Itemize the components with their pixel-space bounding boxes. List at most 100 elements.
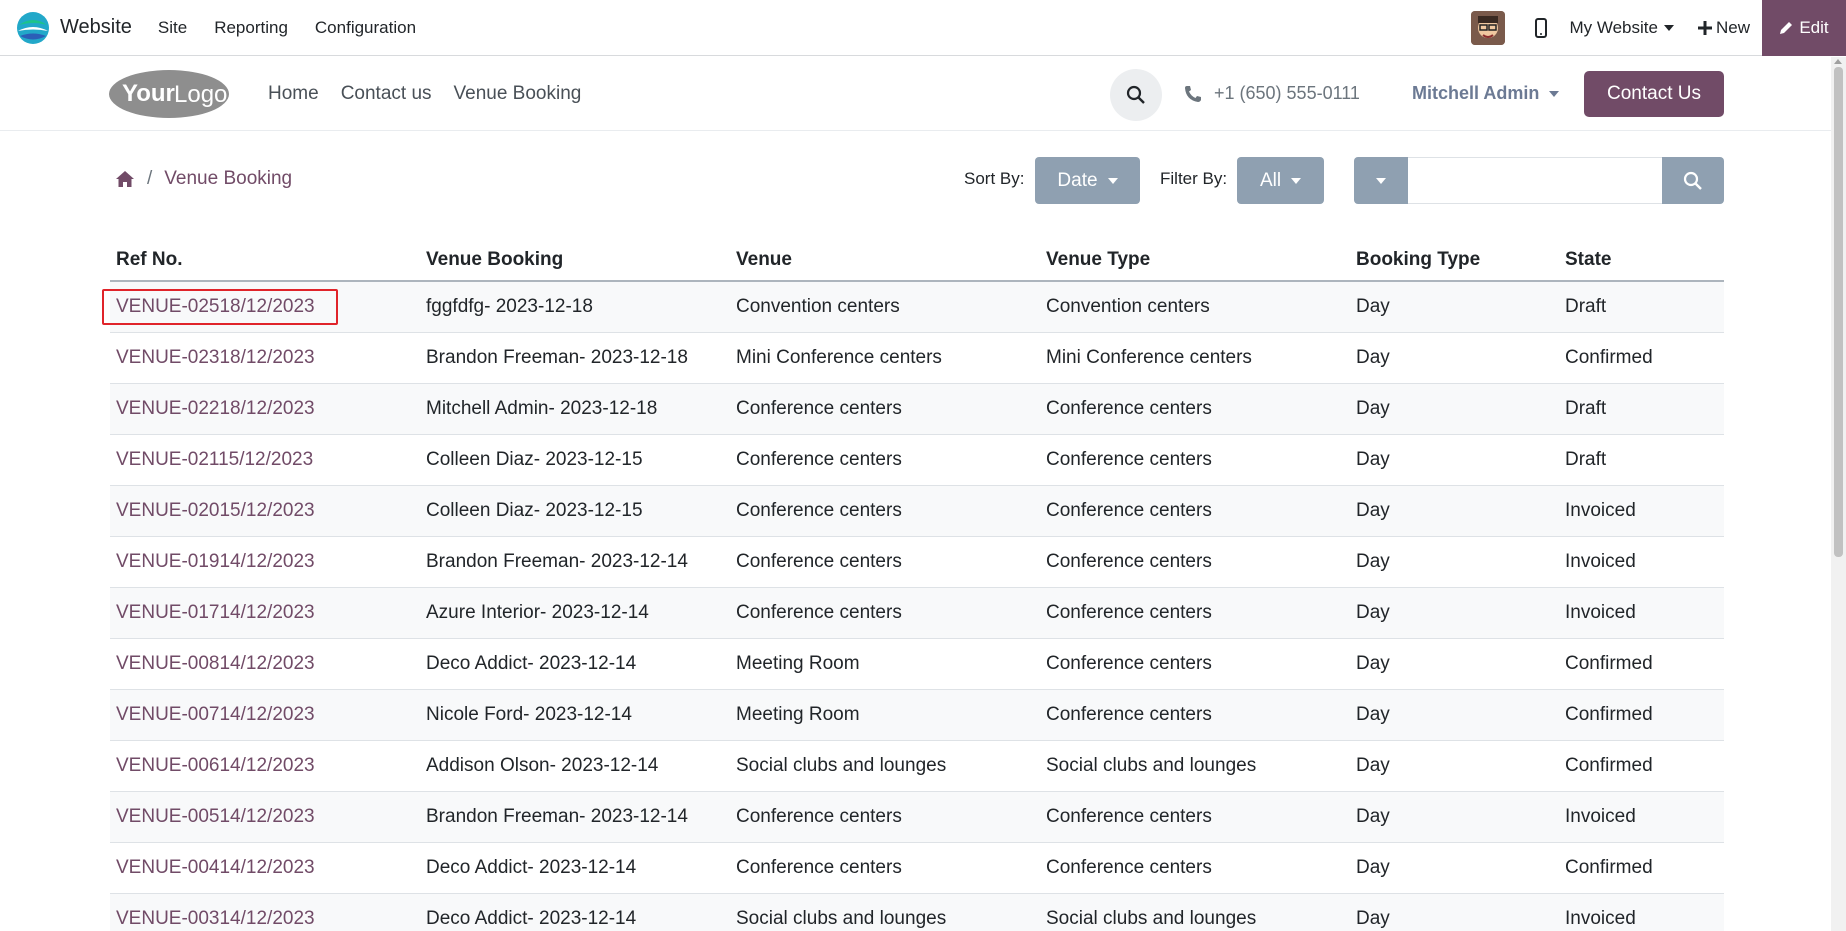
cell-venue-booking: Nicole Ford- 2023-12-14 [420,689,730,741]
cell-ref-no: VENUE-02115/12/2023 [110,434,420,486]
cell-venue-booking: Colleen Diaz- 2023-12-15 [420,485,730,537]
booking-ref-link[interactable]: VENUE-02518/12/2023 [116,296,315,317]
table-row[interactable]: VENUE-00514/12/2023 Brandon Freeman- 2023… [110,791,1724,843]
column-header-state: State [1559,240,1724,282]
search-icon [1683,171,1702,190]
cell-booking-type: Day [1350,434,1559,486]
cell-booking-type: Day [1350,383,1559,435]
nav-contact-us[interactable]: Contact us [341,83,432,105]
cell-state: Draft [1559,383,1724,435]
phone-icon [1185,85,1201,102]
filter-value: All [1259,169,1282,191]
avatar-icon[interactable] [1471,11,1506,45]
search-input[interactable] [1408,157,1662,204]
booking-ref-link[interactable]: VENUE-00714/12/2023 [116,704,315,725]
cell-venue: Conference centers [730,536,1040,588]
search-submit-button[interactable] [1662,157,1724,204]
cell-venue: Mini Conference centers [730,332,1040,384]
cell-booking-type: Day [1350,791,1559,843]
cell-ref-no: VENUE-02518/12/2023 [110,281,420,333]
contact-us-button[interactable]: Contact Us [1584,71,1724,117]
chevron-down-icon [1376,177,1386,184]
cell-ref-no: VENUE-02218/12/2023 [110,383,420,435]
cell-venue: Conference centers [730,791,1040,843]
cell-state: Invoiced [1559,587,1724,639]
nav-home[interactable]: Home [268,83,319,105]
scrollbar-thumb[interactable] [1834,67,1843,557]
table-row[interactable]: VENUE-00614/12/2023 Addison Olson- 2023-1… [110,740,1724,792]
table-row[interactable]: VENUE-02518/12/2023 fggfdfg- 2023-12-18 Co… [110,281,1724,333]
booking-ref-link[interactable]: VENUE-00514/12/2023 [116,806,315,827]
booking-ref-link[interactable]: VENUE-01914/12/2023 [116,551,315,572]
cell-state: Invoiced [1559,485,1724,537]
chevron-down-icon [1663,25,1674,31]
app-brand[interactable]: Website [16,11,132,45]
table-row[interactable]: VENUE-00414/12/2023 Deco Addict- 2023-12-… [110,842,1724,894]
cell-ref-no: VENUE-00714/12/2023 [110,689,420,741]
menu-reporting[interactable]: Reporting [214,18,288,38]
cell-venue-booking: Brandon Freeman- 2023-12-14 [420,791,730,843]
edit-button-label: Edit [1799,18,1829,37]
site-logo[interactable]: Your Logo [108,67,230,121]
sort-dropdown[interactable]: Date [1035,157,1140,204]
new-button[interactable]: New [1697,18,1750,38]
booking-ref-link[interactable]: VENUE-00314/12/2023 [116,908,315,929]
header-phone[interactable]: +1 (650) 555-0111 [1184,83,1360,104]
booking-ref-link[interactable]: VENUE-00614/12/2023 [116,755,315,776]
svg-text:Logo: Logo [174,81,227,108]
menu-configuration[interactable]: Configuration [315,18,416,38]
table-row[interactable]: VENUE-01714/12/2023 Azure Interior- 2023-… [110,587,1724,639]
chevron-down-icon [1107,177,1118,184]
page-scrollbar[interactable] [1831,57,1846,931]
user-menu[interactable]: Mitchell Admin [1412,83,1560,104]
home-icon[interactable] [115,170,135,188]
table-row[interactable]: VENUE-00814/12/2023 Deco Addict- 2023-12-… [110,638,1724,690]
user-name: Mitchell Admin [1412,83,1540,103]
cell-state: Confirmed [1559,842,1724,894]
table-body: VENUE-02518/12/2023 fggfdfg- 2023-12-18 Co… [110,281,1724,931]
search-options-dropdown[interactable] [1354,157,1408,204]
booking-ref-link[interactable]: VENUE-02218/12/2023 [116,398,315,419]
cell-venue-type: Conference centers [1040,842,1350,894]
nav-venue-booking[interactable]: Venue Booking [454,83,582,105]
table-row[interactable]: VENUE-02218/12/2023 Mitchell Admin- 2023-… [110,383,1724,435]
booking-ref-link[interactable]: VENUE-02015/12/2023 [116,500,315,521]
cell-state: Confirmed [1559,638,1724,690]
cell-booking-type: Day [1350,485,1559,537]
scroll-up-arrow[interactable] [1834,59,1842,64]
menu-site[interactable]: Site [158,18,187,38]
booking-ref-link[interactable]: VENUE-01714/12/2023 [116,602,315,623]
booking-ref-link[interactable]: VENUE-00814/12/2023 [116,653,315,674]
cell-venue-type: Social clubs and lounges [1040,893,1350,931]
cell-venue-booking: Deco Addict- 2023-12-14 [420,893,730,931]
cell-ref-no: VENUE-00514/12/2023 [110,791,420,843]
cell-ref-no: VENUE-00414/12/2023 [110,842,420,894]
cell-booking-type: Day [1350,587,1559,639]
table-row[interactable]: VENUE-02015/12/2023 Colleen Diaz- 2023-12… [110,485,1724,537]
website-selector[interactable]: My Website [1569,18,1674,38]
filter-dropdown[interactable]: All [1237,157,1324,204]
cell-venue-booking: Brandon Freeman- 2023-12-18 [420,332,730,384]
mobile-preview-icon[interactable] [1535,18,1548,38]
table-row[interactable]: VENUE-00714/12/2023 Nicole Ford- 2023-12-… [110,689,1724,741]
column-header-venue-booking: Venue Booking [420,240,730,282]
cell-venue: Conference centers [730,587,1040,639]
booking-ref-link[interactable]: VENUE-02318/12/2023 [116,347,315,368]
table-row[interactable]: VENUE-01914/12/2023 Brandon Freeman- 2023… [110,536,1724,588]
header-search-button[interactable] [1110,69,1162,121]
table-row[interactable]: VENUE-02115/12/2023 Colleen Diaz- 2023-12… [110,434,1724,486]
pencil-icon [1780,22,1793,34]
cell-venue: Conference centers [730,383,1040,435]
site-header: Your Logo Home Contact us Venue Booking … [0,57,1846,131]
table-row[interactable]: VENUE-02318/12/2023 Brandon Freeman- 2023… [110,332,1724,384]
booking-ref-link[interactable]: VENUE-00414/12/2023 [116,857,315,878]
booking-ref-link[interactable]: VENUE-02115/12/2023 [116,449,313,470]
cell-booking-type: Day [1350,740,1559,792]
cell-ref-no: VENUE-01914/12/2023 [110,536,420,588]
edit-button[interactable]: Edit [1762,0,1846,56]
cell-venue: Convention centers [730,281,1040,333]
cell-booking-type: Day [1350,842,1559,894]
cell-venue: Conference centers [730,842,1040,894]
table-row[interactable]: VENUE-00314/12/2023 Deco Addict- 2023-12-… [110,893,1724,931]
cell-state: Invoiced [1559,893,1724,931]
